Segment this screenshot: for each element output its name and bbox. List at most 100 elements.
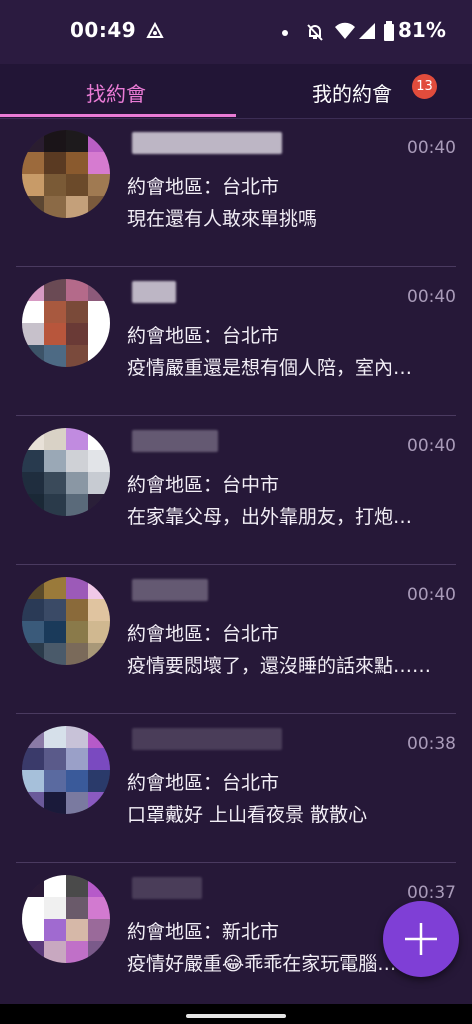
post-area: 約會地區：台北市 — [127, 772, 280, 794]
avatar-pixel — [88, 941, 110, 963]
my-dates-badge: 13 — [412, 74, 437, 99]
tab-my-dates[interactable]: 我的約會 — [312, 78, 392, 107]
avatar-pixel — [88, 428, 110, 450]
avatar-pixel — [88, 323, 110, 345]
avatar-pixel — [66, 621, 88, 643]
avatar-pixel — [88, 130, 110, 152]
avatar-pixel — [44, 472, 66, 494]
avatar-pixel — [66, 472, 88, 494]
post-area: 約會地區：台北市 — [127, 176, 280, 198]
plus-icon — [405, 923, 437, 955]
blurred-username — [132, 430, 218, 452]
avatar-pixel — [66, 941, 88, 963]
avatar-pixel — [66, 301, 88, 323]
list-item[interactable]: 00:38 約會地區：台北市 口罩戴好 上山看夜景 散散心 — [0, 714, 472, 863]
avatar-pixel — [88, 577, 110, 599]
avatar-pixel — [22, 792, 44, 814]
tab-find-dates[interactable]: 找約會 — [86, 78, 146, 107]
status-bar: 00:49 81% — [0, 0, 472, 64]
avatar-pixel — [66, 726, 88, 748]
avatar-pixel — [22, 345, 44, 367]
avatar-pixel — [44, 599, 66, 621]
avatar-pixel — [66, 643, 88, 665]
avatar-pixel — [44, 301, 66, 323]
avatar-pixel — [22, 428, 44, 450]
avatar-pixel — [66, 450, 88, 472]
avatar-pixel — [22, 726, 44, 748]
avatar-pixel — [22, 130, 44, 152]
avatar-pixel — [44, 941, 66, 963]
avatar-pixel — [22, 301, 44, 323]
avatar[interactable] — [22, 577, 110, 665]
avatar-pixel — [44, 919, 66, 941]
battery-percent: 81% — [398, 18, 446, 42]
avatar-pixel — [22, 577, 44, 599]
avatar-pixel — [44, 494, 66, 516]
avatar-pixel — [22, 643, 44, 665]
blurred-username — [132, 877, 202, 899]
avatar-pixel — [44, 577, 66, 599]
post-message: 疫情要悶壞了，還沒睡的話來點…… — [127, 655, 432, 677]
post-time: 00:40 — [407, 585, 456, 605]
avatar-pixel — [22, 897, 44, 919]
avatar-pixel — [66, 196, 88, 218]
avatar[interactable] — [22, 130, 110, 218]
avatar[interactable] — [22, 428, 110, 516]
list-item[interactable]: 00:40 約會地區：台北市 現在還有人敢來單挑嗎 — [0, 118, 472, 267]
blurred-username — [132, 132, 282, 154]
avatar-pixel — [44, 196, 66, 218]
avatar-pixel — [22, 748, 44, 770]
list-item[interactable]: 00:40 約會地區：台中市 在家靠父母，出外靠朋友，打炮… — [0, 416, 472, 565]
avatar-pixel — [44, 152, 66, 174]
avatar-pixel — [22, 174, 44, 196]
avatar-pixel — [88, 196, 110, 218]
avatar[interactable] — [22, 279, 110, 367]
avatar-pixel — [22, 770, 44, 792]
avatar-pixel — [44, 323, 66, 345]
add-post-button[interactable] — [383, 901, 459, 977]
avatar-pixel — [88, 450, 110, 472]
avatar-pixel — [66, 919, 88, 941]
home-handle[interactable] — [186, 1014, 286, 1018]
avatar-pixel — [66, 345, 88, 367]
avatar-pixel — [88, 643, 110, 665]
avatar-pixel — [88, 174, 110, 196]
status-time: 00:49 — [70, 18, 137, 42]
avatar[interactable] — [22, 875, 110, 963]
post-area: 約會地區：台北市 — [127, 623, 280, 645]
avatar-pixel — [66, 494, 88, 516]
avatar-pixel — [22, 875, 44, 897]
avatar-pixel — [44, 875, 66, 897]
avatar-pixel — [22, 450, 44, 472]
post-message: 疫情嚴重還是想有個人陪，室內… — [127, 357, 413, 379]
avatar-pixel — [88, 345, 110, 367]
avatar-pixel — [44, 770, 66, 792]
blurred-username — [132, 579, 208, 601]
avatar-pixel — [44, 897, 66, 919]
tab-bar: 找約會 我的約會 13 — [0, 64, 472, 119]
avatar-pixel — [44, 621, 66, 643]
avatar-pixel — [88, 792, 110, 814]
avatar-pixel — [88, 599, 110, 621]
avatar-pixel — [66, 897, 88, 919]
avatar-pixel — [22, 472, 44, 494]
avatar-pixel — [88, 875, 110, 897]
avatar[interactable] — [22, 726, 110, 814]
avatar-pixel — [88, 279, 110, 301]
battery-icon — [384, 21, 394, 41]
post-message: 在家靠父母，出外靠朋友，打炮… — [127, 506, 413, 528]
post-area: 約會地區：台中市 — [127, 474, 280, 496]
post-message: 口罩戴好 上山看夜景 散散心 — [127, 804, 368, 826]
list-item[interactable]: 00:40 約會地區：台北市 疫情嚴重還是想有個人陪，室內… — [0, 267, 472, 416]
avatar-pixel — [44, 726, 66, 748]
avatar-pixel — [88, 748, 110, 770]
post-time: 00:37 — [407, 883, 456, 903]
avatar-pixel — [22, 494, 44, 516]
avatar-pixel — [44, 792, 66, 814]
list-item[interactable]: 00:40 約會地區：台北市 疫情要悶壞了，還沒睡的話來點…… — [0, 565, 472, 714]
avatar-pixel — [66, 748, 88, 770]
wifi-icon — [335, 22, 355, 39]
avatar-pixel — [66, 174, 88, 196]
avatar-pixel — [88, 152, 110, 174]
avatar-pixel — [22, 323, 44, 345]
